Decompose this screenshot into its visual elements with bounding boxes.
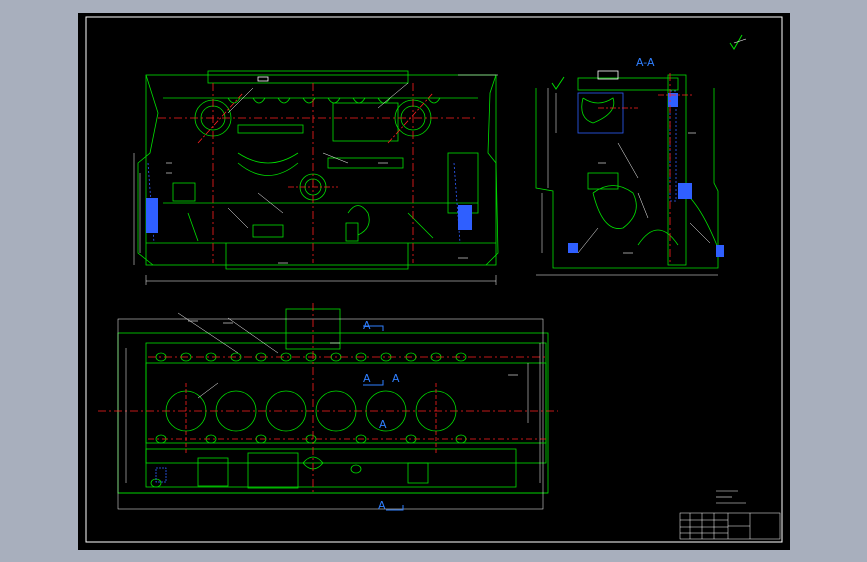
cad-viewport[interactable]: A-A A A A A A [78, 13, 790, 550]
roughness-symbol-icon [729, 34, 747, 50]
dimension-text-marks [166, 132, 696, 376]
title-block [679, 512, 781, 540]
section-title: A-A [636, 56, 655, 69]
section-mark-a5: A [378, 499, 386, 512]
top-view [98, 303, 558, 511]
front-view [133, 70, 499, 285]
section-mark-a3: A [392, 372, 400, 385]
section-mark-a1: A [363, 319, 371, 332]
drawing-canvas [85, 16, 783, 543]
section-mark-a4: A [379, 418, 387, 431]
section-mark-a2: A [363, 372, 371, 385]
section-view-a-a [535, 70, 724, 276]
technical-notes [716, 490, 746, 504]
